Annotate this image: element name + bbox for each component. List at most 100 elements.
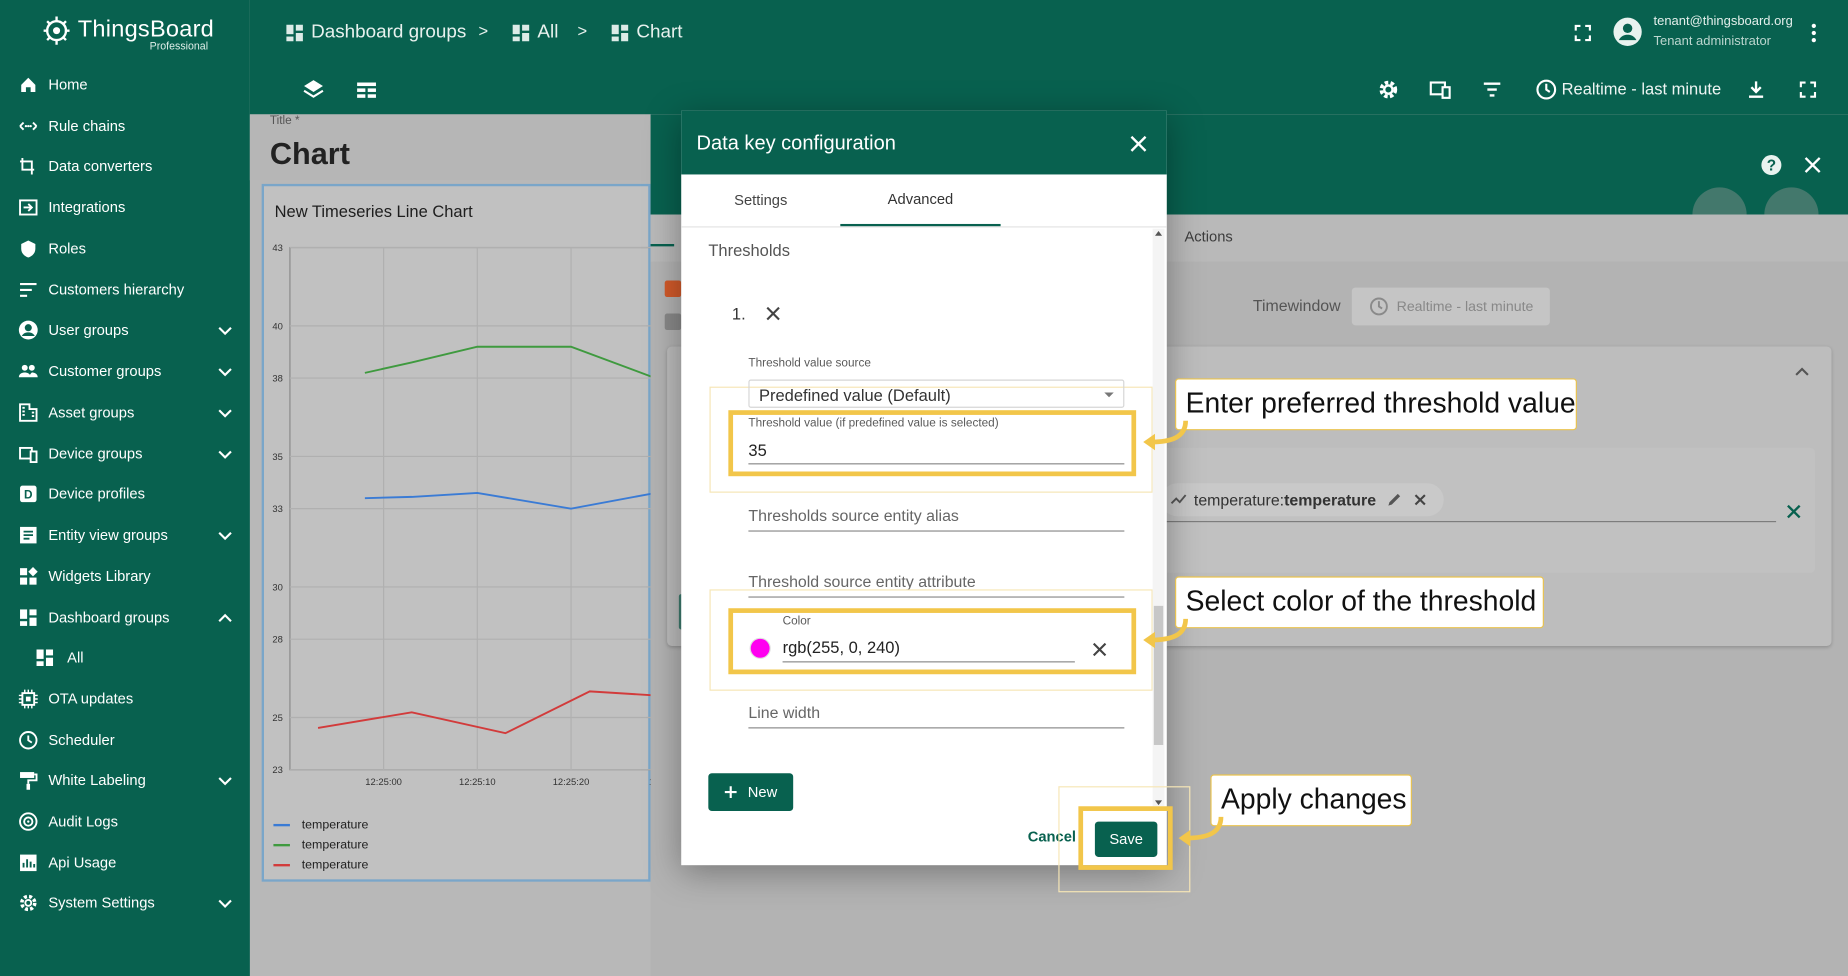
sidebar-item-dashboard-groups[interactable]: Dashboard groups — [0, 598, 250, 638]
breadcrumb-dashboard-groups[interactable]: Dashboard groups — [285, 21, 466, 45]
sidebar-item-api-usage[interactable]: Api Usage — [0, 843, 250, 883]
timewindow-button-label: Realtime - last minute — [1396, 298, 1534, 315]
value-source-select[interactable]: Predefined value (Default) — [748, 379, 1125, 408]
legend-swatch — [273, 823, 290, 827]
timewindow-label[interactable]: Realtime - last minute — [1562, 79, 1722, 98]
settings-icon[interactable] — [1377, 78, 1401, 102]
save-button[interactable]: Save — [1094, 821, 1158, 857]
tab-actions[interactable]: Actions — [1184, 229, 1232, 246]
edit-icon[interactable] — [1386, 492, 1403, 509]
timewindow-button[interactable]: Realtime - last minute — [1351, 287, 1550, 326]
chevron-down-icon[interactable] — [217, 527, 234, 544]
thingsboard-logo[interactable]: ThingsBoard Professional — [40, 12, 217, 54]
sidebar-item-customer-groups[interactable]: Customer groups — [0, 351, 250, 391]
color-input[interactable]: rgb(255, 0, 240) — [783, 638, 900, 657]
fullscreen-icon[interactable] — [1796, 78, 1820, 102]
remove-icon[interactable] — [1411, 492, 1428, 509]
dashboard-icon — [512, 24, 530, 42]
sidebar-item-asset-groups[interactable]: Asset groups — [0, 393, 250, 433]
color-label: Color — [782, 615, 811, 629]
devices-icon[interactable] — [1428, 78, 1452, 102]
chevron-down-icon[interactable] — [217, 446, 234, 463]
chevron-down-icon[interactable] — [217, 322, 234, 339]
sidebar-item-scheduler[interactable]: Scheduler — [0, 720, 250, 760]
legend-item[interactable]: temperature — [273, 818, 368, 832]
breadcrumb-separator: > — [478, 21, 489, 41]
clock-icon — [18, 730, 39, 751]
sidebar-item-device-groups[interactable]: Device groups — [0, 434, 250, 474]
y-tick-label: 35 — [272, 451, 282, 462]
dashboard-title-field[interactable]: Title * Chart — [249, 114, 651, 181]
filter-icon[interactable] — [1480, 78, 1504, 102]
sidebar-item-label: Entity view groups — [48, 526, 168, 544]
chevron-down-icon[interactable] — [217, 895, 234, 912]
close-icon[interactable] — [1128, 133, 1149, 154]
checkbox[interactable] — [664, 313, 682, 331]
sidebar-item-device-profiles[interactable]: D Device profiles — [0, 474, 250, 514]
close-icon[interactable] — [1801, 153, 1825, 177]
sidebar-item-integrations[interactable]: Integrations — [0, 187, 250, 227]
sidebar-item-ota-updates[interactable]: OTA updates — [0, 679, 250, 719]
shield-icon — [18, 238, 39, 259]
fullscreen-icon[interactable] — [1571, 21, 1595, 45]
datakey-chip-label: temperature: — [1193, 490, 1285, 509]
sidebar-item-data-converters[interactable]: Data converters — [0, 146, 250, 186]
chevron-up-icon[interactable] — [1793, 362, 1812, 381]
callout-threshold-value: Enter preferred threshold value — [1175, 378, 1577, 431]
breadcrumb-chart[interactable]: Chart — [610, 21, 683, 45]
breadcrumb-label: Chart — [636, 22, 683, 43]
chevron-down-icon[interactable] — [217, 772, 234, 789]
chevron-up-icon[interactable] — [217, 609, 234, 626]
sidebar-item-label: Widgets Library — [48, 568, 151, 585]
download-icon[interactable] — [1744, 78, 1768, 102]
clear-color-icon[interactable] — [1090, 640, 1109, 659]
sidebar-item-system-settings[interactable]: System Settings — [0, 883, 250, 923]
callout-text: Enter preferred threshold value — [1185, 387, 1576, 420]
sidebar-item-rule-chains[interactable]: Rule chains — [0, 106, 250, 146]
sidebar-item-all[interactable]: All — [0, 638, 250, 678]
chevron-down-icon[interactable] — [217, 363, 234, 380]
sidebar-item-roles[interactable]: Roles — [0, 229, 250, 269]
add-threshold-button[interactable]: New — [708, 773, 794, 811]
sidebar-item-home[interactable]: Home — [0, 65, 250, 105]
widgets-icon — [18, 566, 39, 587]
legend-item[interactable]: temperature — [273, 858, 368, 872]
color-swatch[interactable] — [749, 637, 771, 659]
entity-attribute-input[interactable]: Threshold source entity attribute — [748, 573, 975, 591]
threshold-value-input[interactable]: 35 — [748, 441, 766, 460]
sidebar-item-audit-logs[interactable]: Audit Logs — [0, 802, 250, 842]
people-icon — [18, 361, 39, 382]
remove-threshold-icon[interactable] — [764, 304, 783, 323]
sidebar-item-white-labeling[interactable]: White Labeling — [0, 760, 250, 800]
remove-datasource-icon[interactable] — [1783, 501, 1804, 522]
line-width-input[interactable]: Line width — [748, 704, 820, 722]
breadcrumb-all[interactable]: All — [511, 21, 558, 45]
chevron-down-icon[interactable] — [217, 404, 234, 421]
help-icon[interactable]: ? — [1760, 153, 1784, 177]
legend-item[interactable]: temperature — [273, 838, 368, 852]
sidebar-item-customers-hierarchy[interactable]: Customers hierarchy — [0, 270, 250, 310]
sidebar-item-label: Asset groups — [48, 404, 135, 421]
tab-settings[interactable]: Settings — [681, 174, 840, 226]
callout-arrow-icon — [1143, 420, 1188, 451]
sidebar-item-user-groups[interactable]: User groups — [0, 310, 250, 350]
sidebar: ThingsBoard Professional Home Rule chains… — [0, 0, 250, 976]
more-vert-icon[interactable] — [1802, 21, 1826, 45]
user-name[interactable]: tenant@thingsboard.org — [1654, 14, 1793, 28]
legend-label: temperature — [301, 858, 369, 873]
thresholds-heading: Thresholds — [708, 240, 790, 260]
datakey-chip[interactable]: temperature: temperature — [1160, 483, 1444, 517]
checkbox[interactable] — [664, 280, 682, 298]
account-circle-icon[interactable] — [1612, 17, 1643, 48]
timewindow-field-label: Timewindow — [1252, 297, 1341, 315]
scroll-up-icon[interactable] — [1153, 229, 1165, 238]
sidebar-item-label: Customers hierarchy — [48, 281, 185, 299]
entity-alias-input[interactable]: Thresholds source entity alias — [748, 507, 958, 525]
chart-widget[interactable]: New Timeseries Line Chart 43 40 38 35 33 30 28… — [261, 183, 653, 882]
tab-advanced[interactable]: Advanced — [840, 174, 1001, 227]
layout-icon[interactable] — [355, 78, 379, 102]
layers-icon[interactable] — [302, 78, 326, 102]
sidebar-item-widgets-library[interactable]: Widgets Library — [0, 556, 250, 596]
building-icon — [18, 402, 39, 423]
sidebar-item-entity-view-groups[interactable]: Entity view groups — [0, 515, 250, 555]
